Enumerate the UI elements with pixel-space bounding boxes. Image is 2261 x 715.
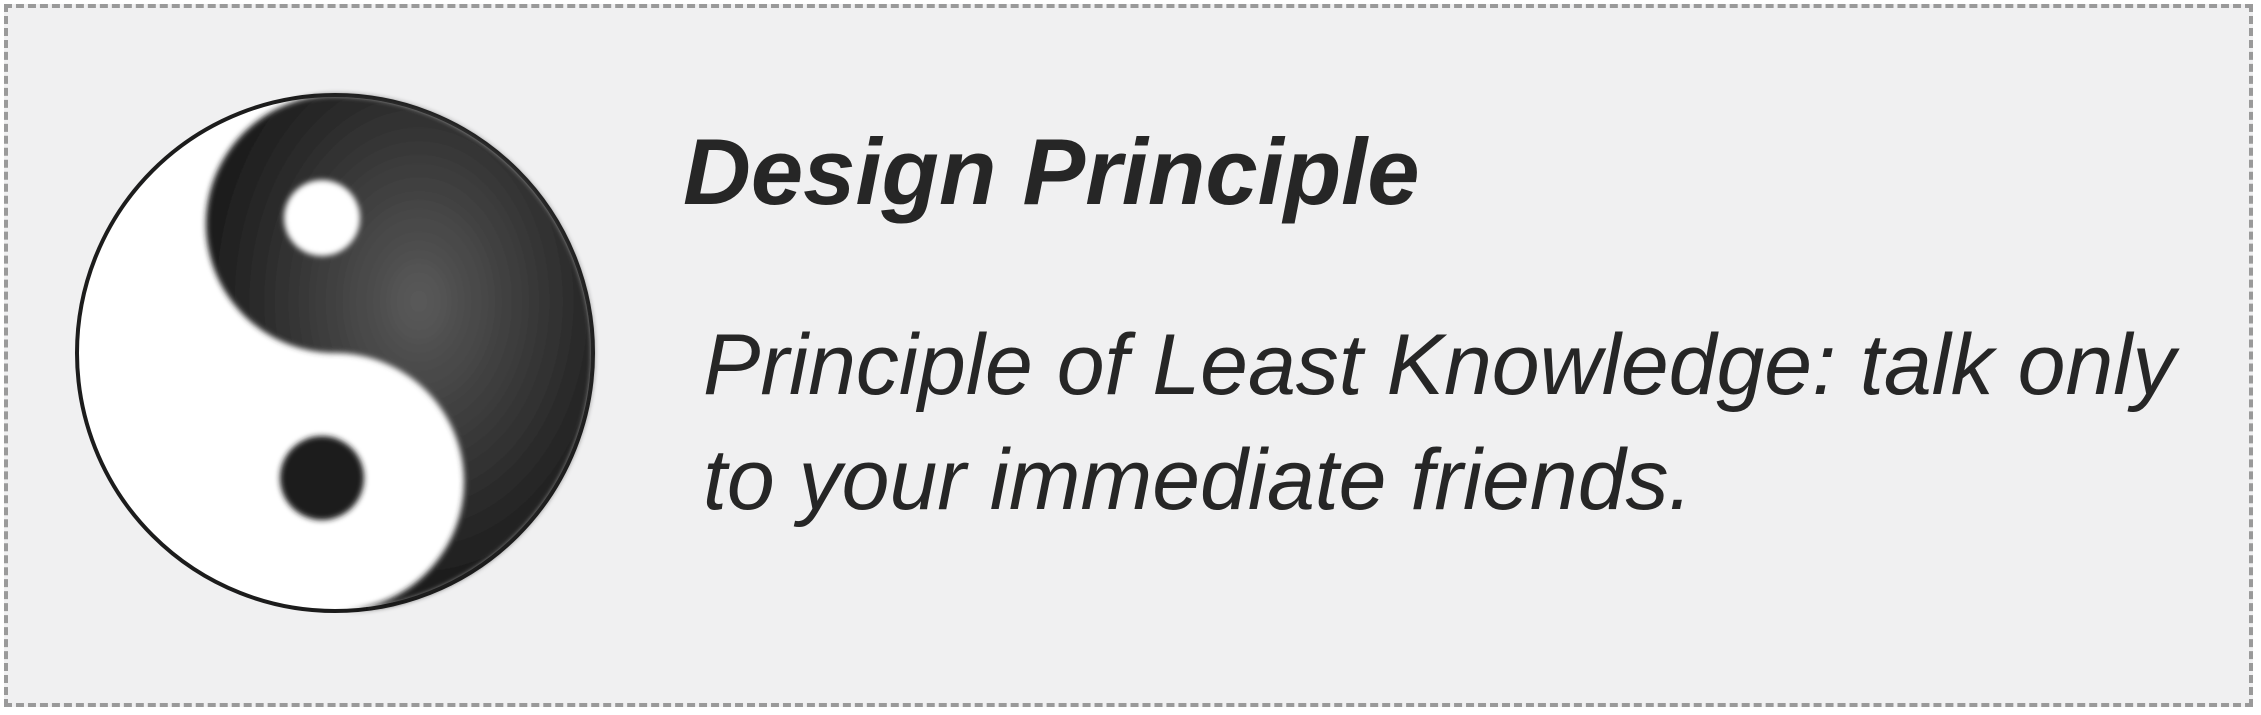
design-principle-callout: Design Principle Principle of Least Know…	[4, 4, 2253, 707]
yin-yang-icon	[75, 93, 595, 613]
callout-title: Design Principle	[683, 119, 1420, 224]
callout-text: Principle of Least Knowledge: talk only …	[703, 317, 2176, 528]
